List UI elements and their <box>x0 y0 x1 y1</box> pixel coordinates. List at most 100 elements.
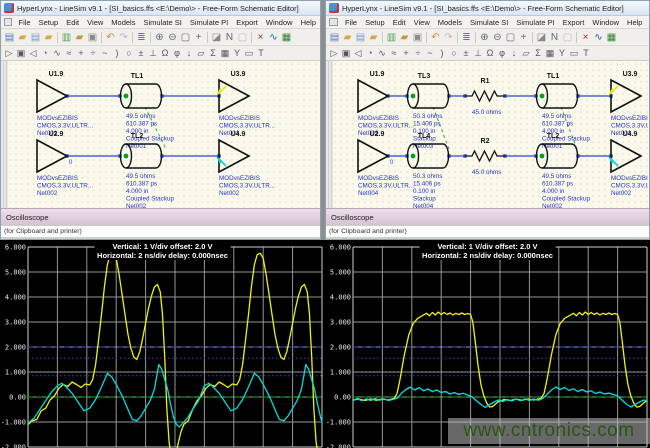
select-tool-icon[interactable]: ▣ <box>340 47 352 60</box>
save-icon[interactable]: ▤ <box>354 31 367 44</box>
ic-buffer-U4.9[interactable]: U4.9MODvsEZIBISCMOS,3.3V,ULTR...Net002 <box>608 131 648 197</box>
add-resistor-icon[interactable]: Ω <box>159 47 171 60</box>
resistor-R2[interactable]: R245.0 ohms <box>465 138 505 176</box>
add-clock-icon[interactable]: ◔ <box>364 47 376 60</box>
add-stackup-line-icon[interactable]: ▦ <box>544 47 556 60</box>
new-sheet-icon[interactable]: ▢ <box>236 31 249 44</box>
menu-edit[interactable]: Edit <box>389 18 410 27</box>
menu-models[interactable]: Models <box>434 18 466 27</box>
ic-buffer-U1.9[interactable]: U1.9MODvsEZIBISCMOS,3.3V,ULTR...Net001 <box>37 71 93 137</box>
pane-splitter[interactable] <box>326 61 333 208</box>
zoom-in-icon[interactable]: ⊕ <box>478 31 491 44</box>
add-terminator-icon[interactable]: ± <box>460 47 472 60</box>
add-stackup-line-icon[interactable]: ▦ <box>219 47 231 60</box>
open-schematic-icon[interactable]: ▰ <box>16 31 29 44</box>
resistor-symbol[interactable] <box>465 91 505 101</box>
buffer-symbol[interactable] <box>219 140 249 172</box>
select-tool-icon[interactable]: ▣ <box>15 47 27 60</box>
buffer-symbol[interactable] <box>37 140 67 172</box>
add-ic-buffer-icon[interactable]: ◁ <box>27 47 39 60</box>
menu-setup[interactable]: Setup <box>35 18 63 27</box>
add-node-icon[interactable]: ○ <box>448 47 460 60</box>
menu-file[interactable]: File <box>15 18 35 27</box>
run-simulation-icon[interactable]: ▷ <box>328 47 340 60</box>
resistor-R1[interactable]: R145.0 ohms <box>465 78 505 116</box>
run-simulation-icon[interactable]: ▷ <box>3 47 15 60</box>
export-folder-icon[interactable]: ▰ <box>398 31 411 44</box>
buffer-symbol[interactable] <box>358 80 388 112</box>
add-sum-node-icon[interactable]: Σ <box>207 47 219 60</box>
crosstalk-wizard-icon[interactable]: × <box>579 31 592 44</box>
add-ground-icon[interactable]: ⊥ <box>147 47 159 60</box>
add-clock-icon[interactable]: ◔ <box>39 47 51 60</box>
ic-buffer-U2.9[interactable]: U2.9MODvsEZIBISCMOS,3.3V,ULTR...Net0040 <box>358 131 414 197</box>
menu-simulate-si[interactable]: Simulate SI <box>139 18 185 27</box>
transmission-line-TL4[interactable]: TL450.3 ohms15.406 ps0.100 inStackupNet0… <box>408 133 449 208</box>
menu-window[interactable]: Window <box>588 18 623 27</box>
add-waveform-source-icon[interactable]: ∿ <box>376 47 388 60</box>
menu-models[interactable]: Models <box>107 18 139 27</box>
attach-oscilloscope-icon[interactable]: ∿ <box>592 31 605 44</box>
menu-edit[interactable]: Edit <box>62 18 83 27</box>
oscilloscope-pane-header[interactable]: Oscilloscope <box>326 208 649 225</box>
add-y-junction-icon[interactable]: Y <box>556 47 568 60</box>
add-bend-icon[interactable]: ) <box>436 47 448 60</box>
add-label-box-icon[interactable]: ▭ <box>243 47 255 60</box>
zoom-in-icon[interactable]: ⊕ <box>153 31 166 44</box>
transmission-line-TL1[interactable]: TL149.5 ohms610.387 ps4.000 inCoupled St… <box>537 73 591 150</box>
resistor-symbol[interactable] <box>465 151 505 161</box>
zoom-fit-icon[interactable]: ▢ <box>179 31 192 44</box>
menu-export[interactable]: Export <box>559 18 589 27</box>
new-schematic-icon[interactable]: ▤ <box>3 31 16 44</box>
add-via-icon[interactable]: ÷ <box>87 47 99 60</box>
add-junction-icon[interactable]: + <box>400 47 412 60</box>
add-capacitor-icon[interactable]: φ <box>496 47 508 60</box>
export-folder-icon[interactable]: ▰ <box>73 31 86 44</box>
menu-simulate-pi[interactable]: Simulate PI <box>512 18 558 27</box>
import-icon[interactable]: ▥ <box>60 31 73 44</box>
zoom-out-icon[interactable]: ⊖ <box>166 31 179 44</box>
save-icon[interactable]: ▤ <box>29 31 42 44</box>
add-text-icon[interactable]: T <box>255 47 267 60</box>
menu-help[interactable]: Help <box>297 18 320 27</box>
menu-simulate-si[interactable]: Simulate SI <box>466 18 512 27</box>
schematic-canvas[interactable]: U1.9MODvsEZIBISCMOS,3.3V,ULTR...Net003TL… <box>326 61 649 208</box>
buffer-symbol[interactable] <box>611 80 641 112</box>
netlist-icon[interactable]: N <box>223 31 236 44</box>
menu-export[interactable]: Export <box>232 18 262 27</box>
schematic-canvas[interactable]: U1.9MODvsEZIBISCMOS,3.3V,ULTR...Net001TL… <box>1 61 320 208</box>
crosstalk-wizard-icon[interactable]: × <box>254 31 267 44</box>
redo-icon[interactable]: ↷ <box>442 31 455 44</box>
netlist-icon[interactable]: N <box>548 31 561 44</box>
buffer-symbol[interactable] <box>358 140 388 172</box>
edit-stackup-icon[interactable]: ≣ <box>135 31 148 44</box>
bom-report-icon[interactable]: ◪ <box>535 31 548 44</box>
menu-simulate-pi[interactable]: Simulate PI <box>186 18 232 27</box>
add-probe-icon[interactable]: ↓ <box>508 47 520 60</box>
pan-icon[interactable]: + <box>192 31 205 44</box>
menu-help[interactable]: Help <box>623 18 646 27</box>
print-icon[interactable]: ▣ <box>86 31 99 44</box>
add-coupled-line-icon[interactable]: ≈ <box>388 47 400 60</box>
add-arc-wire-icon[interactable]: ~ <box>424 47 436 60</box>
undo-icon[interactable]: ↶ <box>429 31 442 44</box>
add-ic-buffer-icon[interactable]: ◁ <box>352 47 364 60</box>
add-bend-icon[interactable]: ) <box>111 47 123 60</box>
add-capacitor-icon[interactable]: φ <box>171 47 183 60</box>
undo-icon[interactable]: ↶ <box>104 31 117 44</box>
document-system-icon[interactable] <box>329 18 338 26</box>
add-probe-icon[interactable]: ↓ <box>183 47 195 60</box>
ic-buffer-U4.9[interactable]: U4.9MODvsEZIBISCMOS,3.3V,ULTR...Net002 <box>216 131 275 197</box>
transmission-line-TL2[interactable]: TL249.5 ohms610.387 ps4.000 inCoupled St… <box>537 133 591 208</box>
menu-view[interactable]: View <box>410 18 434 27</box>
redo-icon[interactable]: ↷ <box>117 31 130 44</box>
add-arc-wire-icon[interactable]: ~ <box>99 47 111 60</box>
ic-buffer-U3.9[interactable]: U3.9MODvsEZIBISCMOS,3.3V,ULTR...Net001 <box>216 71 275 137</box>
edit-stackup-icon[interactable]: ≣ <box>460 31 473 44</box>
add-via-icon[interactable]: ÷ <box>412 47 424 60</box>
add-junction-icon[interactable]: + <box>75 47 87 60</box>
buffer-symbol[interactable] <box>37 80 67 112</box>
add-waveform-source-icon[interactable]: ∿ <box>51 47 63 60</box>
menu-view[interactable]: View <box>83 18 107 27</box>
bom-report-icon[interactable]: ◪ <box>210 31 223 44</box>
